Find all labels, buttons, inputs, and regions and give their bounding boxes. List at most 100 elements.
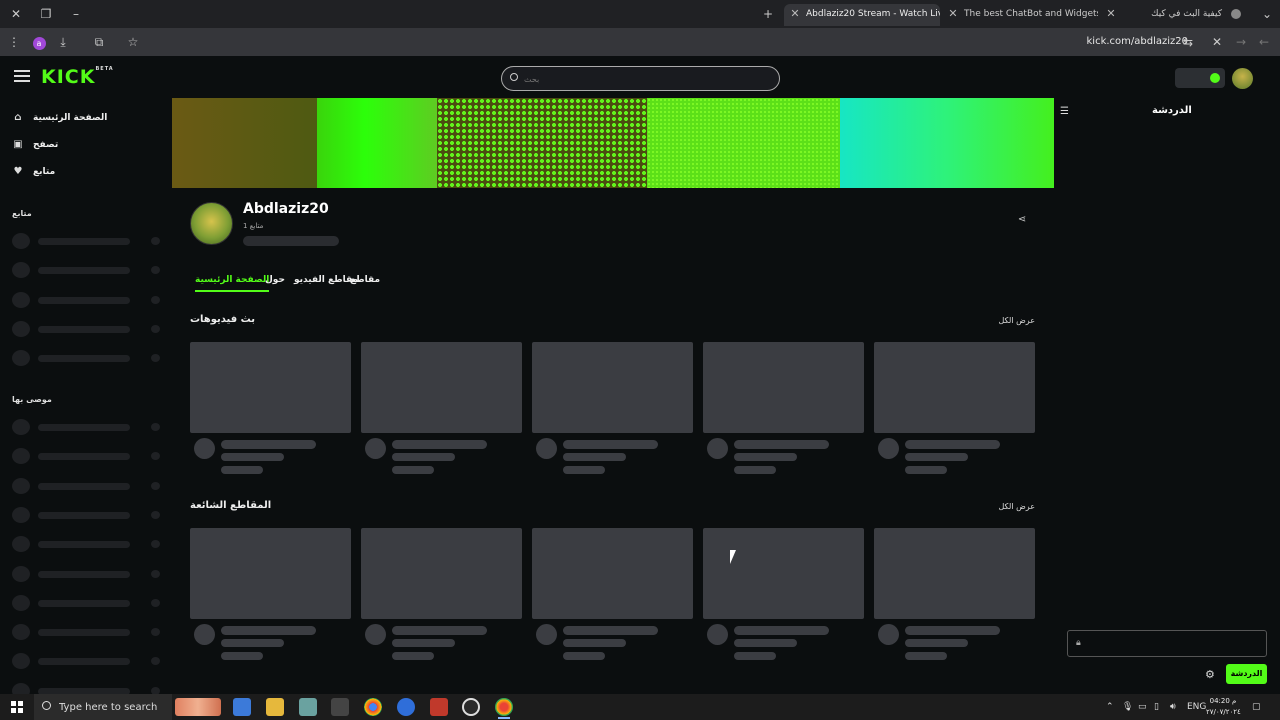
kick-k-icon: [1210, 73, 1220, 83]
task-view-icon[interactable]: [233, 698, 251, 716]
skeleton-avatar: [12, 320, 30, 337]
video-card-skeleton[interactable]: [361, 528, 522, 619]
view-all-link[interactable]: عرض الكل: [998, 502, 1035, 511]
back-icon[interactable]: ←: [1256, 34, 1272, 50]
gear-icon[interactable]: ⚙: [1205, 668, 1215, 681]
microphone-icon[interactable]: 🎙︎: [1122, 700, 1133, 714]
skeleton-line: [38, 296, 130, 304]
video-card-skeleton[interactable]: [361, 342, 522, 433]
skeleton-line: [563, 626, 658, 635]
video-card-skeleton[interactable]: [190, 528, 351, 619]
skeleton-avatar: [12, 594, 30, 611]
tray-chevron-icon[interactable]: ⌃: [1106, 700, 1114, 714]
skeleton-avatar: [536, 624, 557, 645]
sidebar-item-following[interactable]: ♥ متابع: [12, 163, 56, 181]
video-meta-skeleton: [190, 624, 351, 664]
battery-icon[interactable]: ▯: [1154, 700, 1159, 714]
volume-icon[interactable]: 🔊︎: [1170, 700, 1176, 714]
network-icon[interactable]: ▭: [1138, 700, 1147, 714]
banner-segment: [840, 98, 1054, 188]
restore-icon[interactable]: ❐: [38, 6, 54, 22]
tab-clips[interactable]: مقاطع: [350, 272, 380, 288]
video-card-skeleton[interactable]: [532, 342, 693, 433]
video-card-skeleton[interactable]: [190, 342, 351, 433]
taskbar-search[interactable]: [34, 694, 172, 720]
system-clock[interactable]: 04:20 م ٢٧/٠٧/٢٠٢٤: [1206, 696, 1241, 718]
chat-input-box[interactable]: 🔒︎: [1067, 630, 1267, 657]
skeleton-avatar: [194, 438, 215, 459]
menu-kebab-icon[interactable]: ⋮: [6, 34, 22, 50]
skeleton-avatar: [194, 624, 215, 645]
hamburger-menu-icon[interactable]: [14, 70, 30, 82]
section-title-cutoff: ▁▁▁▁▁▁: [190, 686, 236, 690]
video-meta-skeleton: [703, 624, 864, 664]
tab-chatbot[interactable]: ✕ The best ChatBot and Widgets: [942, 4, 1098, 26]
close-icon[interactable]: ✕: [1104, 4, 1118, 24]
tab-kick-stream[interactable]: ✕ Abdlaziz20 Stream - Watch Live: [784, 4, 940, 26]
chat-send-button[interactable]: الدردشة: [1226, 664, 1267, 684]
search-bar[interactable]: [501, 66, 780, 91]
skeleton-line: [563, 466, 605, 474]
skeleton-line: [38, 482, 130, 490]
chat-input[interactable]: [1088, 636, 1258, 652]
share-icon[interactable]: ⋖: [1016, 214, 1028, 226]
skeleton-line: [38, 453, 130, 461]
channel-skeleton-row: [12, 536, 162, 553]
home-icon: ⌂: [14, 112, 22, 123]
chrome-active-icon[interactable]: [495, 698, 513, 719]
sidebar-item-browse[interactable]: ▣ تصفح: [12, 136, 58, 154]
extensions-icon[interactable]: ⧉: [91, 34, 107, 50]
chrome-icon[interactable]: [364, 698, 382, 716]
windows-start-icon[interactable]: [11, 701, 23, 713]
tab-title: Abdlaziz20 Stream - Watch Live: [806, 9, 940, 19]
translate-icon[interactable]: ⇆: [1180, 34, 1196, 50]
skeleton-line: [38, 267, 130, 275]
skeleton-line: [734, 639, 797, 647]
close-icon[interactable]: ✕: [946, 4, 960, 24]
stop-icon[interactable]: ✕: [1209, 34, 1225, 50]
profile-avatar[interactable]: a: [31, 34, 47, 50]
tab-search-chevron-icon[interactable]: ⌄: [1259, 6, 1275, 22]
language-indicator[interactable]: ENG: [1187, 700, 1206, 714]
tab-videos[interactable]: مقاطع الفيديو: [294, 272, 358, 288]
file-explorer-icon[interactable]: [266, 698, 284, 716]
app-icon[interactable]: [331, 698, 349, 716]
video-card-skeleton[interactable]: [532, 528, 693, 619]
header-action-button[interactable]: [1175, 68, 1225, 88]
app-icon[interactable]: [430, 698, 448, 716]
new-tab-icon[interactable]: +: [760, 6, 776, 22]
tab-about[interactable]: حول: [265, 272, 285, 288]
kick-logo[interactable]: KICKBETA: [41, 66, 114, 88]
video-card-skeleton[interactable]: [703, 528, 864, 619]
close-window-icon[interactable]: ✕: [8, 6, 24, 22]
video-card-skeleton[interactable]: [703, 342, 864, 433]
app-icon[interactable]: [397, 698, 415, 716]
sidebar-item-home[interactable]: ⌂ الصفحة الرئيسية: [12, 109, 107, 127]
view-all-link[interactable]: عرض الكل: [998, 316, 1035, 325]
video-card-skeleton[interactable]: [874, 528, 1035, 619]
news-widget-icon[interactable]: [175, 698, 221, 716]
notifications-icon[interactable]: ▢: [1252, 700, 1261, 714]
skeleton-line: [905, 453, 968, 461]
channel-name[interactable]: Abdlaziz20: [243, 201, 329, 217]
close-icon[interactable]: ✕: [788, 4, 802, 24]
search-input[interactable]: [524, 71, 774, 87]
skeleton-line: [734, 626, 829, 635]
minimize-icon[interactable]: –: [68, 6, 84, 22]
download-icon[interactable]: ⤓: [55, 34, 71, 50]
collapse-chat-icon[interactable]: ☰: [1060, 106, 1074, 118]
user-avatar[interactable]: [1232, 68, 1253, 89]
tab-home[interactable]: الصفحة الرئيسية: [195, 272, 270, 292]
tab-how-to-stream[interactable]: ✕ كيفية البث في كيك: [1100, 4, 1250, 26]
taskbar-search-input[interactable]: [59, 699, 169, 715]
bookmark-star-icon[interactable]: ☆: [125, 34, 141, 50]
app-icon[interactable]: [299, 698, 317, 716]
obs-icon[interactable]: [462, 698, 480, 716]
channel-avatar[interactable]: [190, 202, 233, 245]
forward-icon[interactable]: →: [1233, 34, 1249, 50]
address-bar[interactable]: kick.com/abdlaziz20: [1087, 34, 1189, 50]
channel-skeleton-row: [12, 233, 162, 249]
skeleton-line: [563, 639, 626, 647]
video-meta-skeleton: [874, 624, 1035, 664]
video-card-skeleton[interactable]: [874, 342, 1035, 433]
